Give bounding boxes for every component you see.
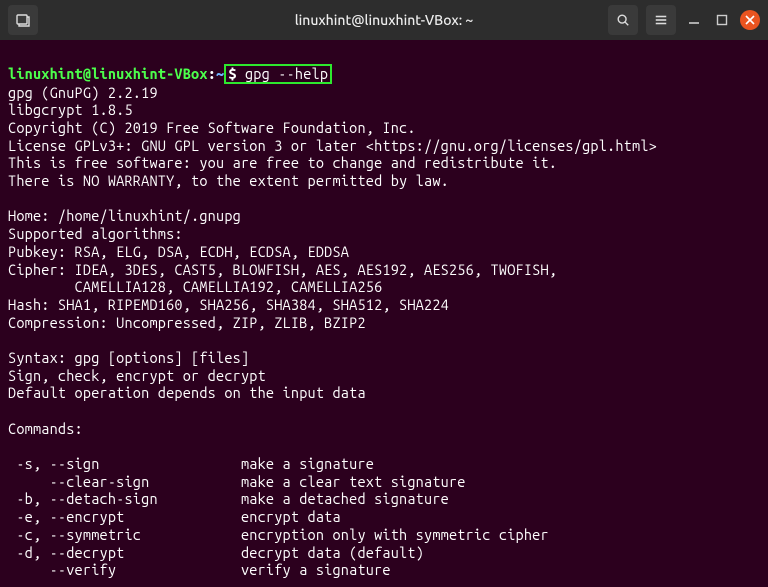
output-line: There is NO WARRANTY, to the extent perm… bbox=[8, 172, 449, 189]
output-line: --verify verify a signature bbox=[8, 561, 391, 578]
output-line: Pubkey: RSA, ELG, DSA, ECDH, ECDSA, EDDS… bbox=[8, 243, 349, 260]
output-line: Cipher: IDEA, 3DES, CAST5, BLOWFISH, AES… bbox=[8, 261, 557, 278]
output-line: -s, --sign make a signature bbox=[8, 455, 374, 472]
output-line: -d, --decrypt decrypt data (default) bbox=[8, 544, 424, 561]
titlebar: linuxhint@linuxhint-VBox: ~ bbox=[0, 0, 768, 40]
new-tab-button[interactable] bbox=[8, 5, 38, 35]
output-line: Syntax: gpg [options] [files] bbox=[8, 349, 249, 366]
prompt-sep: : bbox=[208, 65, 216, 82]
output-line: --clear-sign make a clear text signature bbox=[8, 473, 466, 490]
titlebar-left bbox=[8, 5, 38, 35]
output-line: Compression: Uncompressed, ZIP, ZLIB, BZ… bbox=[8, 314, 366, 331]
maximize-button[interactable] bbox=[712, 10, 732, 30]
output-line: Hash: SHA1, RIPEMD160, SHA256, SHA384, S… bbox=[8, 296, 449, 313]
command-highlight: $ gpg --help bbox=[224, 64, 332, 84]
titlebar-right bbox=[608, 5, 760, 35]
output-line: This is free software: you are free to c… bbox=[8, 154, 557, 171]
close-button[interactable] bbox=[740, 10, 760, 30]
prompt-userhost: linuxhint@linuxhint-VBox bbox=[8, 65, 208, 82]
output-line: Default operation depends on the input d… bbox=[8, 384, 366, 401]
output-line: CAMELLIA128, CAMELLIA192, CAMELLIA256 bbox=[8, 278, 382, 295]
output-line: Copyright (C) 2019 Free Software Foundat… bbox=[8, 119, 416, 136]
output-line: Sign, check, encrypt or decrypt bbox=[8, 367, 266, 384]
output-line: libgcrypt 1.8.5 bbox=[8, 101, 133, 118]
command-text: gpg --help bbox=[245, 65, 328, 82]
prompt-path: ~ bbox=[216, 65, 224, 82]
output-line: -b, --detach-sign make a detached signat… bbox=[8, 490, 449, 507]
output-line: Home: /home/linuxhint/.gnupg bbox=[8, 207, 241, 224]
output-line: License GPLv3+: GNU GPL version 3 or lat… bbox=[8, 137, 657, 154]
prompt-symbol: $ bbox=[228, 65, 245, 82]
output-line: Supported algorithms: bbox=[8, 225, 183, 242]
hamburger-menu-button[interactable] bbox=[646, 5, 676, 35]
minimize-button[interactable] bbox=[684, 10, 704, 30]
output-line: -e, --encrypt encrypt data bbox=[8, 508, 341, 525]
search-button[interactable] bbox=[608, 5, 638, 35]
output-line: Commands: bbox=[8, 420, 83, 437]
output-line: -c, --symmetric encryption only with sym… bbox=[8, 526, 549, 543]
output-line: gpg (GnuPG) 2.2.19 bbox=[8, 84, 158, 101]
terminal-content[interactable]: linuxhint@linuxhint-VBox:~$ gpg --help g… bbox=[0, 40, 768, 587]
